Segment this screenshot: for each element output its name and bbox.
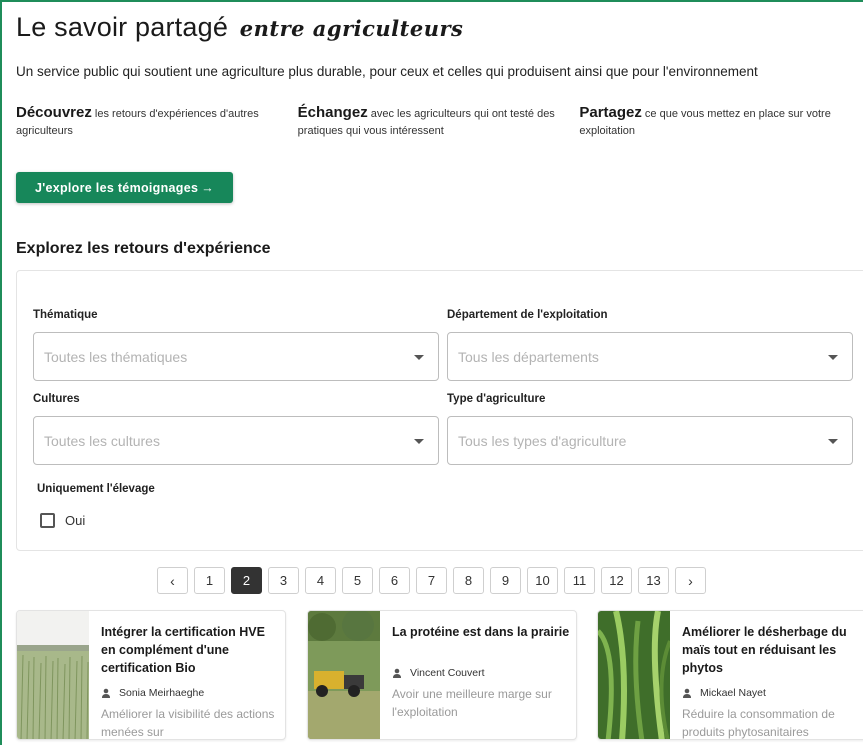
type-label: Type d'agriculture bbox=[447, 393, 546, 405]
page-button[interactable]: 6 bbox=[379, 567, 410, 594]
card-description: Améliorer la visibilité des actions mené… bbox=[101, 707, 275, 739]
features-row: Découvrez les retours d'expériences d'au… bbox=[16, 104, 861, 140]
card-author: Sonia Meirhaeghe bbox=[101, 687, 204, 699]
section-title: Explorez les retours d'expérience bbox=[16, 240, 271, 257]
type-placeholder: Tous les types d'agriculture bbox=[458, 432, 627, 449]
card-author-name: Vincent Couvert bbox=[410, 667, 485, 679]
card-title[interactable]: La protéine est dans la prairie bbox=[392, 623, 572, 641]
corn-field-image bbox=[598, 611, 670, 739]
next-page-button[interactable]: › bbox=[675, 567, 706, 594]
tractor-hay-image bbox=[308, 611, 380, 739]
cultures-label: Cultures bbox=[33, 393, 80, 405]
card-author: Vincent Couvert bbox=[392, 667, 485, 679]
page-button[interactable]: 4 bbox=[305, 567, 336, 594]
page-button-current[interactable]: 2 bbox=[231, 567, 262, 594]
person-icon bbox=[102, 688, 110, 698]
card-author-name: Mickael Nayet bbox=[700, 687, 766, 699]
caret-down-icon bbox=[414, 439, 424, 444]
caret-down-icon bbox=[828, 355, 838, 360]
card-title[interactable]: Améliorer le désherbage du maïs tout en … bbox=[682, 623, 862, 677]
person-icon bbox=[393, 668, 401, 678]
card-author: Mickael Nayet bbox=[682, 687, 766, 699]
thematique-placeholder: Toutes les thématiques bbox=[44, 348, 188, 365]
explore-testimonials-button[interactable]: J'explore les témoignages → bbox=[16, 172, 233, 203]
page-button[interactable]: 5 bbox=[342, 567, 373, 594]
card-description: Avoir une meilleure marge sur l'exploita… bbox=[392, 687, 552, 719]
page-button[interactable]: 1 bbox=[194, 567, 225, 594]
type-select[interactable]: Tous les types d'agriculture bbox=[447, 416, 853, 465]
page-button[interactable]: 8 bbox=[453, 567, 484, 594]
thematique-select[interactable]: Toutes les thématiques bbox=[33, 332, 439, 381]
arrow-right-icon: → bbox=[201, 180, 215, 195]
card-title[interactable]: Intégrer la certification HVE en complém… bbox=[101, 623, 281, 677]
page-button[interactable]: 3 bbox=[268, 567, 299, 594]
feature-share: Partagez ce que vous mettez en place sur… bbox=[579, 104, 861, 140]
feature-exchange-bold: Échangez bbox=[297, 104, 368, 121]
caret-down-icon bbox=[414, 355, 424, 360]
prev-page-button[interactable]: ‹ bbox=[157, 567, 188, 594]
cultures-select[interactable]: Toutes les cultures bbox=[33, 416, 439, 465]
caret-down-icon bbox=[828, 439, 838, 444]
cultures-placeholder: Toutes les cultures bbox=[44, 432, 160, 449]
page-subtitle: Un service public qui soutient une agric… bbox=[16, 64, 758, 79]
feature-exchange: Échangez avec les agriculteurs qui ont t… bbox=[298, 104, 580, 140]
feature-discover-bold: Découvrez bbox=[16, 104, 92, 121]
card-description: Réduire la consommation de produits phyt… bbox=[682, 707, 835, 739]
departement-label: Département de l'exploitation bbox=[447, 309, 608, 321]
testimonial-card[interactable]: La protéine est dans la prairie Vincent … bbox=[307, 610, 577, 740]
page-button[interactable]: 10 bbox=[527, 567, 558, 594]
testimonial-card[interactable]: Intégrer la certification HVE en complém… bbox=[16, 610, 286, 740]
departement-placeholder: Tous les départements bbox=[458, 348, 599, 365]
card-author-name: Sonia Meirhaeghe bbox=[119, 687, 205, 699]
page-button[interactable]: 13 bbox=[638, 567, 669, 594]
page-title: Le savoir partagé entre agriculteurs bbox=[16, 12, 463, 43]
page-button[interactable]: 9 bbox=[490, 567, 521, 594]
elevage-checkbox[interactable] bbox=[40, 513, 55, 528]
pagination: ‹ 1 2 3 4 5 6 7 8 9 10 11 12 13 › bbox=[157, 567, 706, 594]
title-script: entre agriculteurs bbox=[239, 16, 464, 41]
wheat-field-image bbox=[17, 611, 89, 739]
person-icon bbox=[683, 688, 691, 698]
elevage-label: Uniquement l'élevage bbox=[37, 483, 155, 495]
feature-discover: Découvrez les retours d'expériences d'au… bbox=[16, 104, 298, 140]
page-button[interactable]: 7 bbox=[416, 567, 447, 594]
thematique-label: Thématique bbox=[33, 309, 98, 321]
page-button[interactable]: 11 bbox=[564, 567, 595, 594]
title-main: Le savoir partagé bbox=[16, 12, 229, 42]
elevage-option-label[interactable]: Oui bbox=[65, 513, 85, 528]
departement-select[interactable]: Tous les départements bbox=[447, 332, 853, 381]
cta-label: J'explore les témoignages bbox=[34, 180, 199, 195]
feature-share-bold: Partagez bbox=[579, 104, 642, 121]
testimonial-card[interactable]: Améliorer le désherbage du maïs tout en … bbox=[597, 610, 863, 740]
filters-panel: Thématique Toutes les thématiques Départ… bbox=[16, 270, 863, 551]
page-button[interactable]: 12 bbox=[601, 567, 632, 594]
